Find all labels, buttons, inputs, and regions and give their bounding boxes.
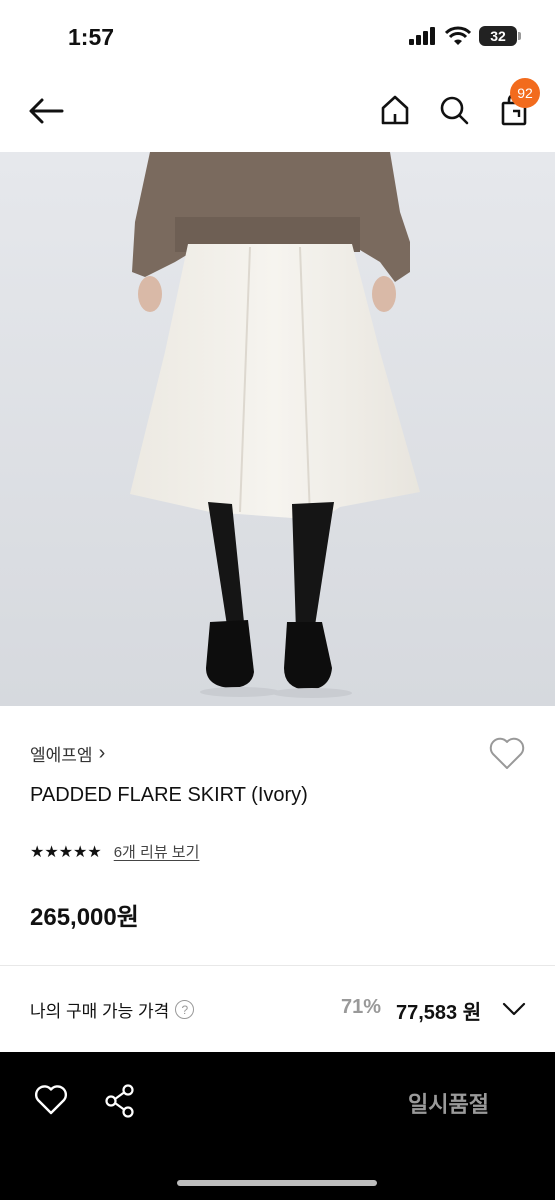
- star-rating-icon: ★★★★★: [30, 843, 102, 861]
- my-price-label-group: 나의 구매 가능 가격 ?: [30, 997, 195, 1022]
- status-bar: 1:57 32: [0, 0, 555, 70]
- home-icon: [381, 95, 409, 125]
- my-price-label: 나의 구매 가능 가격: [30, 1002, 170, 1021]
- home-indicator: [177, 1180, 377, 1186]
- chevron-down-icon: [502, 1002, 526, 1016]
- status-time: 1:57: [68, 24, 115, 50]
- share-icon: [105, 1084, 134, 1118]
- wishlist-button[interactable]: [488, 736, 526, 772]
- product-name: PADDED FLARE SKIRT (Ivory): [30, 784, 308, 806]
- back-arrow-icon: [29, 98, 64, 124]
- discount-percent: 71%: [341, 996, 382, 1018]
- rating-row: ★★★★★ 6개 리뷰 보기: [30, 841, 199, 862]
- expand-button[interactable]: [500, 997, 528, 1021]
- help-icon[interactable]: ?: [175, 1000, 195, 1019]
- heart-outline-icon: [489, 737, 525, 769]
- review-link[interactable]: 6개 리뷰 보기: [114, 841, 200, 862]
- heart-icon: [34, 1085, 68, 1115]
- bottom-wishlist-button[interactable]: [34, 1084, 68, 1116]
- brand-link[interactable]: 엘에프엠 ›: [30, 741, 105, 766]
- search-icon: [440, 96, 469, 125]
- search-button[interactable]: [435, 91, 473, 129]
- discount-price: 77,583 원: [396, 1002, 482, 1024]
- chevron-right-icon: ›: [98, 742, 106, 764]
- product-photo-illustration: [0, 152, 555, 706]
- header: [0, 75, 555, 145]
- status-icons: 32: [409, 26, 521, 46]
- cart-count-badge: 92: [510, 78, 540, 108]
- share-button[interactable]: [104, 1084, 136, 1118]
- back-button[interactable]: [26, 91, 66, 131]
- signal-icon: [409, 27, 435, 45]
- brand-name: 엘에프엠: [30, 746, 93, 765]
- home-button[interactable]: [376, 91, 414, 129]
- wifi-icon: [445, 26, 471, 45]
- divider: [0, 965, 555, 966]
- product-image[interactable]: [0, 152, 555, 706]
- product-price: 265,000원: [30, 904, 139, 931]
- battery-icon: 32: [479, 26, 521, 46]
- bottom-action-bar: 일시품절: [0, 1052, 555, 1200]
- soldout-button[interactable]: 일시품절: [408, 1087, 489, 1119]
- my-price-row[interactable]: 나의 구매 가능 가격 ? 71% 77,583 원: [0, 985, 555, 1035]
